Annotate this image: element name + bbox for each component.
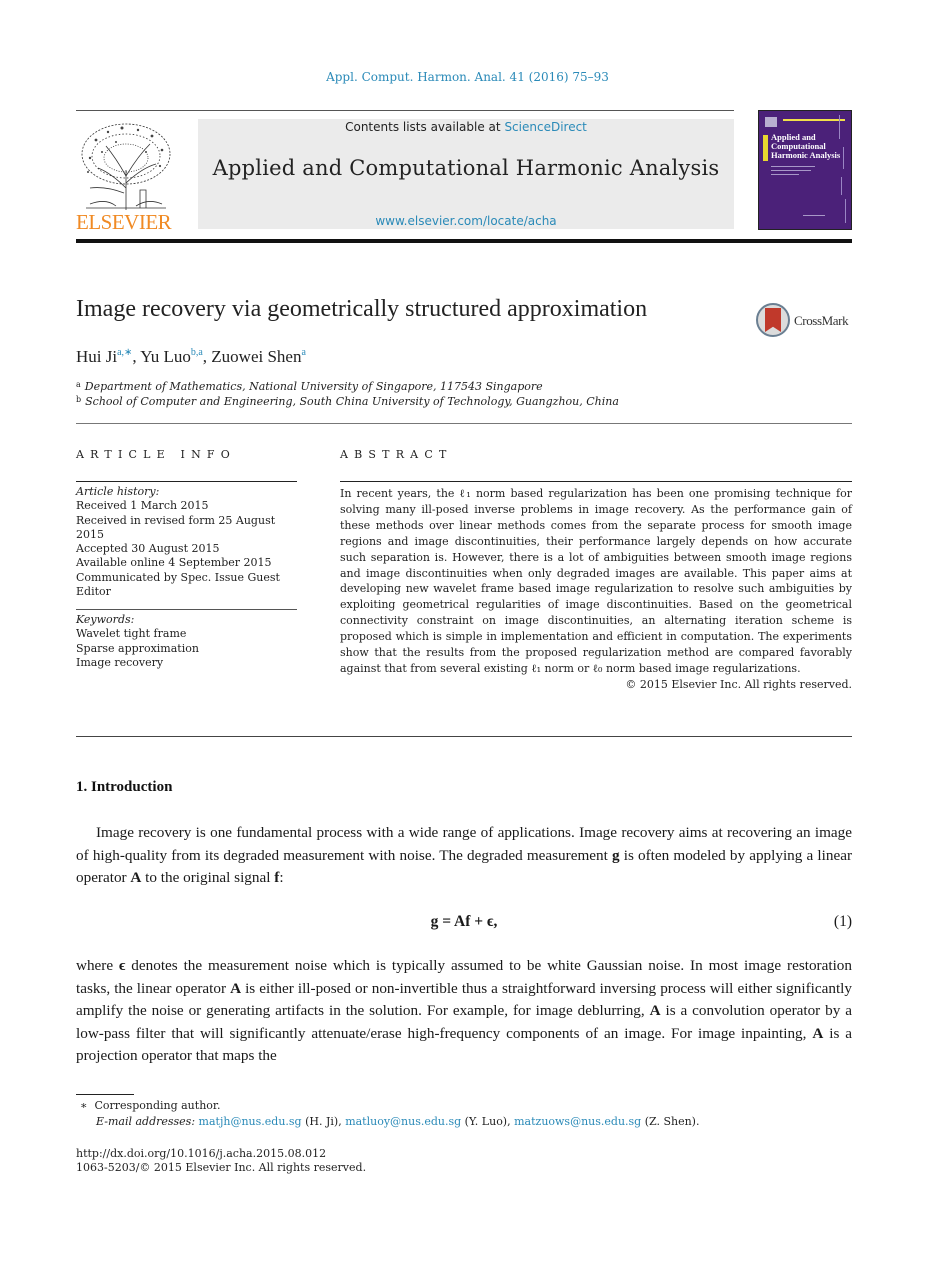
affiliation-mark: b [76, 395, 82, 404]
history-item: Accepted 30 August 2015 [76, 542, 220, 556]
abstract-text: In recent years, the ℓ₁ norm based regul… [340, 487, 852, 675]
cover-wave [845, 199, 846, 223]
affiliation-text: School of Computer and Engineering, Sout… [85, 395, 619, 408]
abstract-rule [340, 481, 852, 482]
affiliation: a Department of Mathematics, National Uni… [76, 380, 543, 393]
keywords-rule [76, 609, 297, 610]
header-rule [76, 110, 734, 111]
cover-publisher-logo-icon [765, 117, 777, 127]
equation-number: (1) [833, 913, 852, 930]
email-addresses: E-mail addresses: matjh@nus.edu.sg (H. J… [96, 1115, 700, 1128]
affiliation: b School of Computer and Engineering, Sou… [76, 395, 619, 408]
header-thick-rule [76, 239, 852, 243]
history-item: Received 1 March 2015 [76, 499, 209, 513]
history-item: Available online 4 September 2015 [76, 556, 272, 570]
keyword-item: Wavelet tight frame [76, 627, 187, 641]
email-link[interactable]: matjh@nus.edu.sg [199, 1115, 302, 1128]
author-name: Hui Ji [76, 347, 118, 366]
math-symbol: A [812, 1024, 824, 1042]
author-affiliation-link[interactable]: b,a [191, 347, 203, 358]
cover-accent-bar [783, 119, 845, 121]
keyword-item: Sparse approximation [76, 641, 199, 655]
abstract-body: In recent years, the ℓ₁ norm based regul… [340, 486, 852, 693]
journal-citation-link[interactable]: Appl. Comput. Harmon. Anal. 41 (2016) 75… [0, 70, 935, 84]
affiliation-text: Department of Mathematics, National Univ… [84, 380, 543, 393]
math-symbol: A [649, 1002, 661, 1020]
article-history-label: Article history: [76, 485, 160, 498]
journal-name: Applied and Computational Harmonic Analy… [212, 156, 720, 180]
author-affiliation-link[interactable]: a [301, 347, 305, 358]
author-affiliation-link[interactable]: a,∗ [117, 347, 132, 358]
abstract-copyright: © 2015 Elsevier Inc. All rights reserved… [625, 677, 852, 691]
footnote-text: Corresponding author. [94, 1099, 221, 1112]
history-item: Communicated by Spec. Issue Guest Editor [76, 570, 280, 599]
author-name: Yu Luo [140, 347, 191, 366]
contents-availability: Contents lists available at ScienceDirec… [198, 120, 734, 134]
cover-text-line [803, 215, 825, 216]
cover-wave [841, 177, 842, 195]
body-paragraph: Image recovery is one fundamental proces… [76, 824, 852, 887]
footnote-mark: ∗ [80, 1099, 88, 1112]
cover-text-line [771, 170, 811, 171]
journal-homepage-link[interactable]: www.elsevier.com/locate/acha [198, 214, 734, 228]
email-label: E-mail addresses: [96, 1115, 196, 1128]
cover-yellow-strip [763, 135, 768, 161]
cover-wave [843, 147, 844, 169]
title-block-rule [76, 423, 852, 424]
keyword-item: Image recovery [76, 655, 164, 669]
footnote-rule [76, 1094, 134, 1095]
cover-text-line [771, 166, 815, 167]
article-history: Article history: Received 1 March 2015 R… [76, 485, 301, 599]
crossmark-button[interactable]: CrossMark [756, 303, 856, 341]
keywords: Keywords: Wavelet tight frame Sparse app… [76, 613, 301, 670]
article-info-rule [76, 481, 297, 482]
cover-title: Applied and Computational Harmonic Analy… [771, 132, 841, 160]
email-link[interactable]: matluoy@nus.edu.sg [345, 1115, 461, 1128]
paper-title: Image recovery via geometrically structu… [76, 296, 648, 322]
abstract-heading: ABSTRACT [340, 448, 453, 461]
author-name: Zuowei Shen [211, 347, 302, 366]
body-paragraph: where ϵ denotes the measurement noise wh… [76, 957, 853, 1065]
equation-body: g = Af + ϵ, [430, 913, 498, 930]
issn-copyright: 1063-5203/© 2015 Elsevier Inc. All right… [76, 1161, 367, 1174]
sciencedirect-link[interactable]: ScienceDirect [504, 120, 586, 134]
contents-prefix: Contents lists available at [345, 120, 505, 134]
email-link[interactable]: matzuows@nus.edu.sg [514, 1115, 641, 1128]
cover-text-line [771, 174, 799, 175]
article-info-heading: ARTICLE INFO [76, 448, 236, 461]
elsevier-wordmark: ELSEVIER [76, 210, 172, 234]
author-list: Hui Jia,∗, Yu Luob,a, Zuowei Shena [76, 347, 306, 366]
keywords-label: Keywords: [76, 613, 135, 626]
corresponding-author-note: ∗ Corresponding author. [80, 1099, 220, 1112]
math-symbol: A [130, 869, 142, 887]
math-symbol: g [611, 846, 620, 864]
affiliation-mark: a [76, 380, 81, 389]
crossmark-label: CrossMark [794, 313, 849, 328]
section-heading: 1. Introduction [76, 779, 173, 795]
abstract-end-rule [76, 736, 852, 737]
journal-cover-thumbnail[interactable]: Applied and Computational Harmonic Analy… [758, 110, 852, 230]
history-item: Received in revised form 25 August 2015 [76, 513, 276, 541]
cover-wave [839, 115, 840, 139]
doi-link[interactable]: http://dx.doi.org/10.1016/j.acha.2015.08… [76, 1147, 326, 1160]
math-symbol: A [230, 979, 242, 997]
